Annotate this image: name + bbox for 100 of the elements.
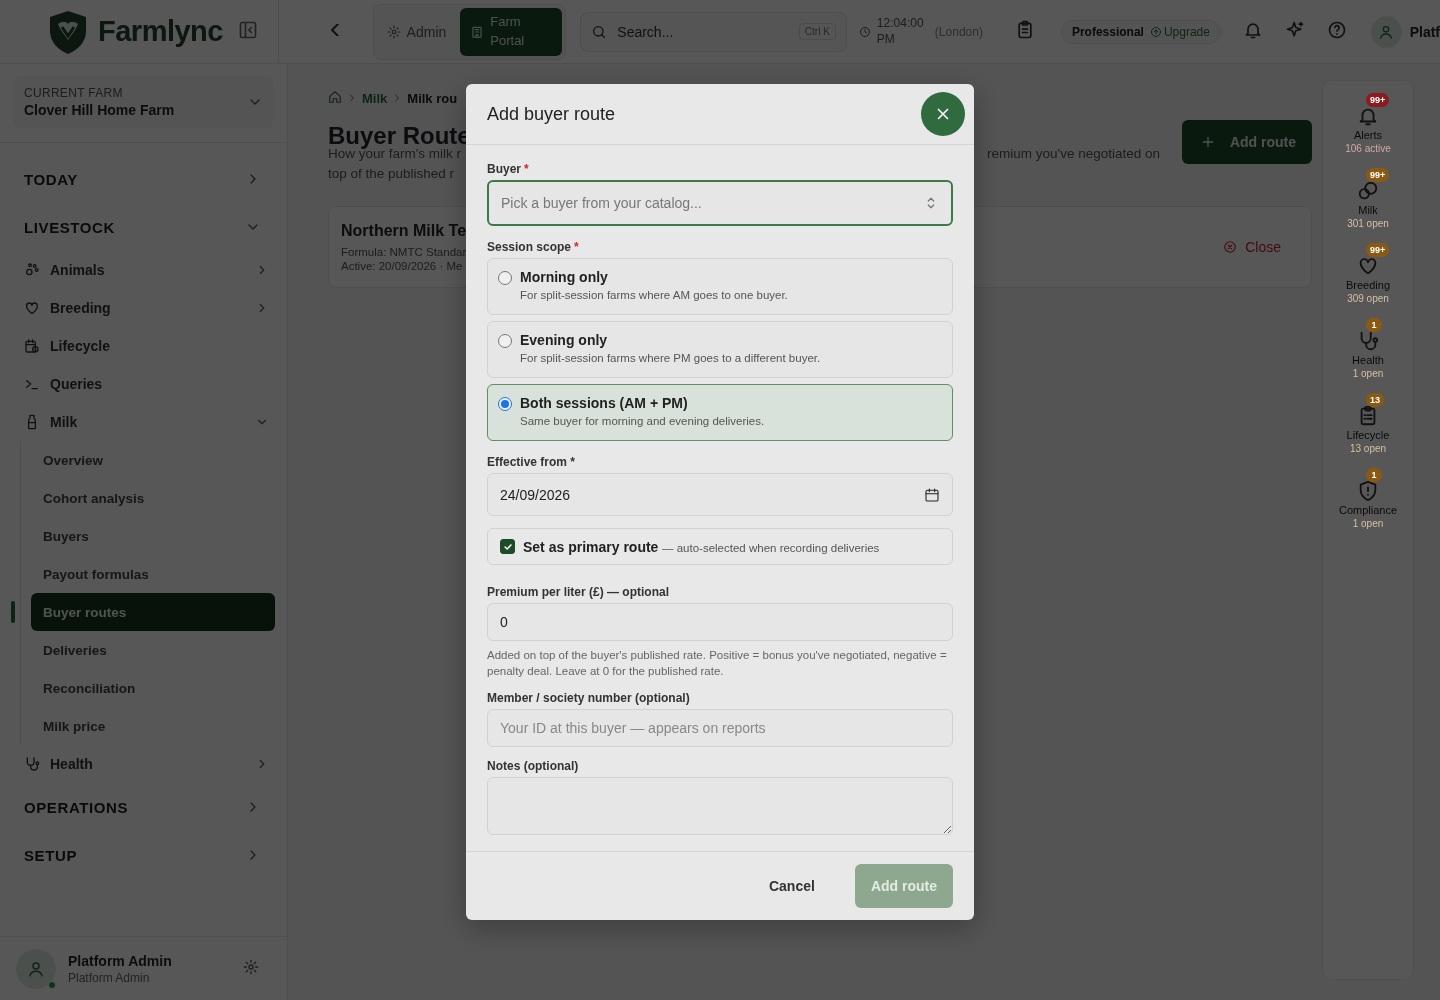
route-formula: Formula: NMTC Standar (341, 246, 467, 258)
user-name: Platform Admin (68, 952, 172, 969)
sparkle-icon (1284, 20, 1305, 40)
nav-subitem[interactable]: Buyers (31, 517, 275, 555)
open-count: 1 open (1352, 368, 1384, 379)
field-label: Buyer * (487, 162, 530, 176)
nav-subitem[interactable]: Payout formulas (31, 555, 275, 593)
radio-option[interactable]: Evening only For split-session farms where PM goes to a different buyer. (487, 321, 953, 378)
search-input[interactable]: Search... (615, 22, 791, 41)
portal-tab[interactable]: Farm Portal (460, 7, 563, 56)
nav-subitem[interactable]: Milk price (31, 707, 275, 745)
circles-icon (1357, 180, 1379, 202)
route-name: Northern Milk Te (341, 222, 467, 240)
count-badge: 99+ (1366, 168, 1390, 182)
nav-item[interactable]: Lifecycle (0, 327, 287, 365)
notes-field[interactable] (487, 777, 953, 835)
heart-icon (1357, 255, 1379, 277)
close-circle-icon (1223, 240, 1238, 254)
check-icon (502, 541, 513, 552)
nav-item[interactable]: Milk (0, 403, 287, 441)
calendar-icon (924, 486, 940, 503)
close-route-button[interactable]: Close (1217, 238, 1287, 256)
nav-subitem[interactable]: Overview (31, 441, 275, 479)
cancel-button[interactable]: Cancel (752, 864, 831, 908)
dialog-title: Add buyer route (487, 103, 616, 125)
nav-subitem[interactable]: Deliveries (31, 631, 275, 669)
search-icon (591, 23, 608, 40)
chevron-left-icon (328, 24, 341, 36)
radio-button[interactable] (498, 271, 512, 285)
stethoscope-icon (24, 756, 40, 772)
clock-time: 12:04:00 PM (876, 15, 925, 48)
field-label: Effective from * (487, 455, 577, 469)
upgrade-link[interactable]: Upgrade (1149, 24, 1210, 39)
clock-icon (858, 25, 871, 38)
field-label: Premium per liter (£) — optional (487, 585, 671, 599)
checkbox-label: Set as primary route — auto-selected when recording deliveries (523, 538, 880, 555)
option-description: For split-session farms where AM goes to one buyer. (520, 289, 788, 301)
user-avatar[interactable] (1370, 15, 1402, 48)
field-label: Member / society number (optional) (487, 691, 691, 705)
open-count: 106 active (1345, 143, 1391, 154)
open-count: 13 open (1349, 443, 1387, 454)
nav-section[interactable]: LIVESTOCK (0, 203, 287, 251)
user-icon (1378, 23, 1395, 40)
farm-name: Clover Hill Home Farm (24, 102, 175, 118)
count-badge: 13 (1366, 393, 1384, 407)
open-count: 301 open (1347, 218, 1389, 229)
radio-button[interactable] (498, 334, 512, 348)
nav-section[interactable]: SETUP (0, 831, 287, 879)
premium-field[interactable]: 0 (487, 603, 953, 641)
user-icon (27, 959, 45, 978)
plan-label: Professional (1071, 24, 1144, 39)
radio-option[interactable]: Morning only For split-session farms where AM goes to one buyer. (487, 258, 953, 315)
farm-label: CURRENT FARM (24, 86, 124, 100)
member-number-field[interactable]: Your ID at this buyer — appears on reports (487, 709, 953, 747)
rail-item[interactable]: 1 Compliance 1 open (1338, 468, 1398, 529)
breadcrumb-link[interactable]: Milk rou (407, 90, 458, 106)
nav-subitem[interactable]: Cohort analysis (31, 479, 275, 517)
nav-section[interactable]: TODAY (0, 155, 287, 203)
rail-item[interactable]: 1 Health 1 open (1344, 318, 1392, 379)
calendar-clock-icon (24, 338, 40, 354)
help-text: Added on top of the buyer's published rate. Positive = bonus you've negotiated, negative = penalty deal. Leave at 0 for the published rate. (487, 648, 948, 679)
breadcrumb-link[interactable]: Milk (362, 90, 388, 106)
add-route-button[interactable]: Add route (1181, 120, 1312, 164)
rail-item[interactable]: 99+ Breeding 309 open (1344, 243, 1392, 304)
rail-item[interactable]: 99+ Alerts 106 active (1344, 93, 1392, 154)
nav-item[interactable]: Health (0, 745, 287, 783)
checkbox[interactable] (500, 539, 515, 554)
nav-section[interactable]: OPERATIONS (0, 783, 287, 831)
field-label: Session scope * (487, 240, 580, 254)
rail-item[interactable]: 99+ Milk 301 open (1344, 168, 1392, 229)
option-description: Same buyer for morning and evening deliveries. (520, 415, 765, 427)
nav-item[interactable]: Queries (0, 365, 287, 403)
option-title: Both sessions (AM + PM) (520, 395, 689, 411)
count-badge: 99+ (1366, 93, 1390, 107)
sidebar-toggle-icon (237, 20, 258, 40)
home-icon (328, 89, 342, 104)
count-badge: 1 (1366, 318, 1382, 332)
count-badge: 99+ (1366, 243, 1390, 257)
brand-name: Farmlync (98, 15, 223, 48)
nav-item[interactable]: Animals (0, 251, 287, 289)
up-arrow-circle-icon (1149, 25, 1162, 38)
heart-icon (24, 300, 40, 316)
option-title: Morning only (520, 269, 609, 285)
count-badge: 1 (1366, 468, 1382, 482)
open-count: 309 open (1347, 293, 1389, 304)
help-icon (1326, 20, 1347, 40)
active-marker (11, 601, 15, 623)
nav-item[interactable]: Breeding (0, 289, 287, 327)
radio-button[interactable] (498, 397, 512, 411)
option-description: For split-session farms where PM goes to a different buyer. (520, 352, 821, 364)
option-title: Evening only (520, 332, 609, 348)
date-field[interactable]: 24/09/2026 (487, 473, 953, 516)
buyer-select[interactable]: Pick a buyer from your catalog... (487, 180, 953, 226)
radio-option[interactable]: Both sessions (AM + PM) Same buyer for morning and evening deliveries. (487, 384, 953, 441)
open-count: 1 open (1352, 518, 1384, 529)
shield-alert-icon (1357, 480, 1379, 502)
close-button[interactable] (921, 92, 965, 136)
rail-item[interactable]: 13 Lifecycle 13 open (1344, 393, 1392, 454)
field-label: Notes (optional) (487, 759, 580, 773)
nav-subitem[interactable]: Reconciliation (31, 669, 275, 707)
